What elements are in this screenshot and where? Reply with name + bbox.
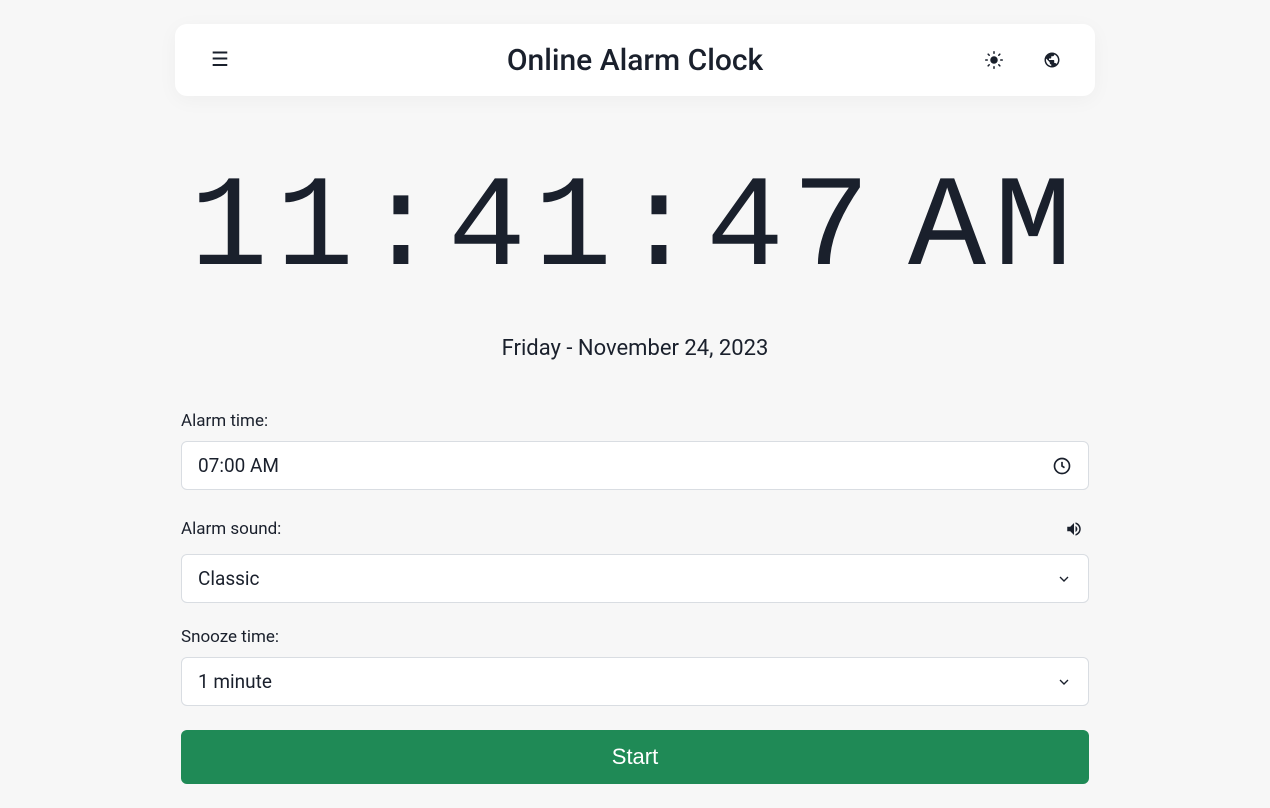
theme-toggle-button[interactable] xyxy=(979,45,1009,75)
snooze-time-field: Snooze time: 1 minute xyxy=(181,627,1089,706)
alarm-sound-value: Classic xyxy=(198,567,1056,590)
volume-icon xyxy=(1065,520,1083,538)
alarm-form: Alarm time: 07:00 AM Alarm sound: Classi… xyxy=(175,411,1095,784)
clock-hours: 11 xyxy=(190,157,362,304)
clock-sep-2: : xyxy=(620,157,706,304)
snooze-time-value: 1 minute xyxy=(198,670,1056,693)
chevron-down-icon xyxy=(1056,571,1072,587)
header-left: ☰ xyxy=(203,42,237,78)
hamburger-menu-button[interactable]: ☰ xyxy=(203,42,237,78)
page-title: Online Alarm Clock xyxy=(507,43,763,78)
clock-display: 11:41:47AM Friday - November 24, 2023 xyxy=(175,166,1095,361)
alarm-time-value: 07:00 AM xyxy=(198,454,1052,477)
alarm-sound-field: Alarm sound: Classic xyxy=(181,514,1089,603)
clock-time: 11:41:47AM xyxy=(175,166,1095,296)
clock-date: Friday - November 24, 2023 xyxy=(175,336,1095,361)
snooze-time-select[interactable]: 1 minute xyxy=(181,657,1089,706)
header-bar: ☰ Online Alarm Clock xyxy=(175,24,1095,96)
clock-minutes: 41 xyxy=(448,157,620,304)
alarm-sound-select[interactable]: Classic xyxy=(181,554,1089,603)
language-button[interactable] xyxy=(1037,45,1067,75)
clock-sep-1: : xyxy=(362,157,448,304)
alarm-time-input[interactable]: 07:00 AM xyxy=(181,441,1089,490)
clock-meridiem: AM xyxy=(908,157,1080,304)
start-button-label: Start xyxy=(612,744,658,769)
snooze-time-label: Snooze time: xyxy=(181,627,279,647)
globe-icon xyxy=(1043,51,1061,69)
start-button[interactable]: Start xyxy=(181,730,1089,784)
clock-icon xyxy=(1052,456,1072,476)
hamburger-icon: ☰ xyxy=(211,49,229,71)
clock-seconds: 47 xyxy=(706,157,878,304)
alarm-time-label: Alarm time: xyxy=(181,411,268,431)
alarm-sound-label: Alarm sound: xyxy=(181,519,281,539)
header-right xyxy=(979,45,1067,75)
sun-icon xyxy=(985,51,1003,69)
alarm-time-field: Alarm time: 07:00 AM xyxy=(181,411,1089,490)
preview-sound-button[interactable] xyxy=(1059,514,1089,544)
chevron-down-icon xyxy=(1056,674,1072,690)
